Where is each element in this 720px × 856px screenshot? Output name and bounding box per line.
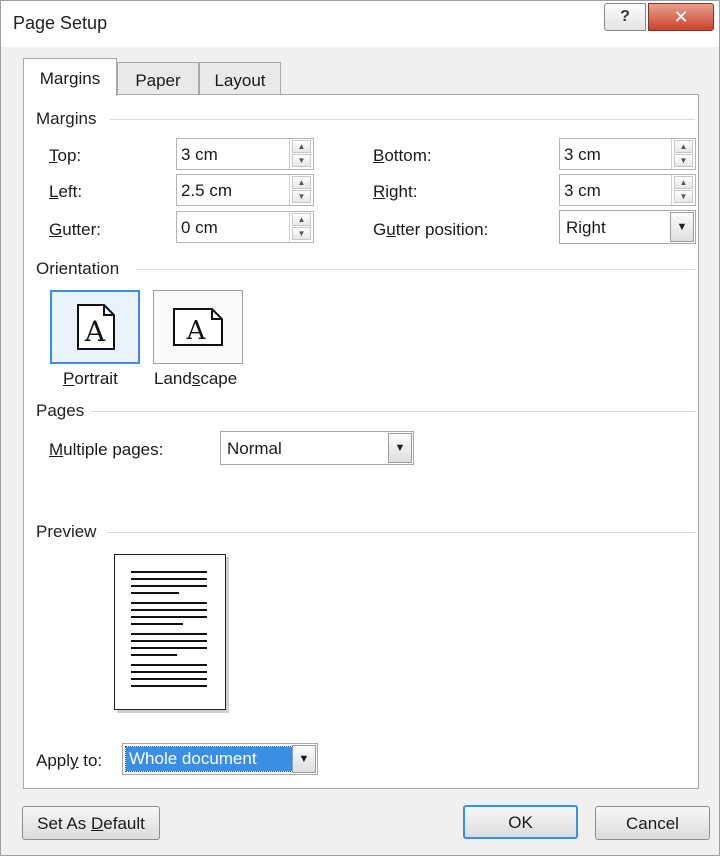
- multiple-pages-select[interactable]: Normal ▼: [220, 431, 414, 465]
- portrait-page-icon: A: [77, 304, 115, 350]
- apply-to-label: Apply to:: [36, 751, 103, 770]
- gutter-value: 0 cm: [181, 218, 218, 237]
- gutter-decrease-button[interactable]: ▼: [292, 227, 311, 240]
- left-increase-button[interactable]: ▲: [292, 176, 311, 189]
- tab-margins[interactable]: Margins: [23, 58, 117, 96]
- apply-to-select[interactable]: Whole document ▼: [122, 743, 318, 775]
- left-label: Left:: [49, 182, 83, 201]
- set-as-default-button[interactable]: Set As Default: [22, 806, 160, 840]
- bottom-label: Bottom:: [373, 146, 432, 165]
- gutter-position-label: Gutter position:: [373, 220, 489, 239]
- margins-section-title: Margins: [36, 109, 97, 128]
- preview-section-title: Preview: [36, 522, 97, 541]
- gutter-label: Gutter:: [49, 220, 101, 239]
- landscape-label: Landscape: [154, 369, 238, 388]
- margins-tab-panel: Margins Top: 3 cm ▲ ▼ Left: 2.5 cm ▲ ▼ Gut…: [23, 94, 699, 789]
- top-margin-value: 3 cm: [181, 145, 218, 164]
- apply-to-value: Whole document: [125, 746, 293, 772]
- gutter-position-value: Right: [566, 218, 606, 237]
- bottom-increase-button[interactable]: ▲: [674, 140, 693, 153]
- preview-divider: [106, 532, 695, 533]
- close-icon: ✕: [673, 6, 689, 27]
- top-decrease-button[interactable]: ▼: [292, 154, 311, 167]
- tab-layout[interactable]: Layout: [199, 62, 281, 96]
- help-button[interactable]: ?: [604, 3, 646, 31]
- bottom-margin-value: 3 cm: [564, 145, 601, 164]
- orientation-divider: [136, 269, 695, 270]
- pages-section-title: Pages: [36, 401, 85, 420]
- right-increase-button[interactable]: ▲: [674, 176, 693, 189]
- right-decrease-button[interactable]: ▼: [674, 190, 693, 203]
- title-bar[interactable]: Page Setup ? ✕: [1, 1, 719, 47]
- bottom-decrease-button[interactable]: ▼: [674, 154, 693, 167]
- right-margin-value: 3 cm: [564, 181, 601, 200]
- landscape-page-icon: A: [173, 308, 223, 346]
- tab-paper[interactable]: Paper: [117, 62, 199, 96]
- preview-page: [114, 554, 226, 710]
- ok-button[interactable]: OK: [463, 805, 578, 839]
- gutter-spinner[interactable]: 0 cm ▲ ▼: [176, 211, 314, 243]
- bottom-margin-spinner[interactable]: 3 cm ▲ ▼: [559, 138, 696, 170]
- chevron-down-icon[interactable]: ▼: [388, 433, 412, 463]
- svg-text:A: A: [186, 316, 207, 346]
- multiple-pages-label: Multiple pages:: [49, 440, 164, 459]
- chevron-down-icon[interactable]: ▼: [292, 745, 316, 773]
- gutter-increase-button[interactable]: ▲: [292, 213, 311, 226]
- svg-text:A: A: [84, 315, 106, 348]
- landscape-button[interactable]: A: [153, 290, 243, 364]
- right-margin-spinner[interactable]: 3 cm ▲ ▼: [559, 174, 696, 206]
- left-margin-value: 2.5 cm: [181, 181, 233, 200]
- multiple-pages-value: Normal: [227, 439, 282, 458]
- top-label: Top:: [49, 146, 82, 165]
- help-icon: ?: [620, 8, 630, 25]
- page-setup-dialog: Page Setup ? ✕ Margins Paper Layout Marg…: [0, 0, 720, 856]
- orientation-section-title: Orientation: [36, 259, 120, 278]
- cancel-button[interactable]: Cancel: [595, 806, 710, 840]
- chevron-down-icon[interactable]: ▼: [670, 212, 694, 242]
- portrait-button[interactable]: A: [50, 290, 140, 364]
- left-margin-spinner[interactable]: 2.5 cm ▲ ▼: [176, 174, 314, 206]
- top-margin-spinner[interactable]: 3 cm ▲ ▼: [176, 138, 314, 170]
- close-button[interactable]: ✕: [648, 3, 714, 31]
- top-increase-button[interactable]: ▲: [292, 140, 311, 153]
- margins-divider: [110, 119, 695, 120]
- portrait-label: Portrait: [63, 369, 118, 388]
- dialog-title: Page Setup: [13, 13, 108, 33]
- gutter-position-select[interactable]: Right ▼: [559, 210, 696, 244]
- left-decrease-button[interactable]: ▼: [292, 190, 311, 203]
- right-label: Right:: [373, 182, 418, 201]
- pages-divider: [90, 411, 695, 412]
